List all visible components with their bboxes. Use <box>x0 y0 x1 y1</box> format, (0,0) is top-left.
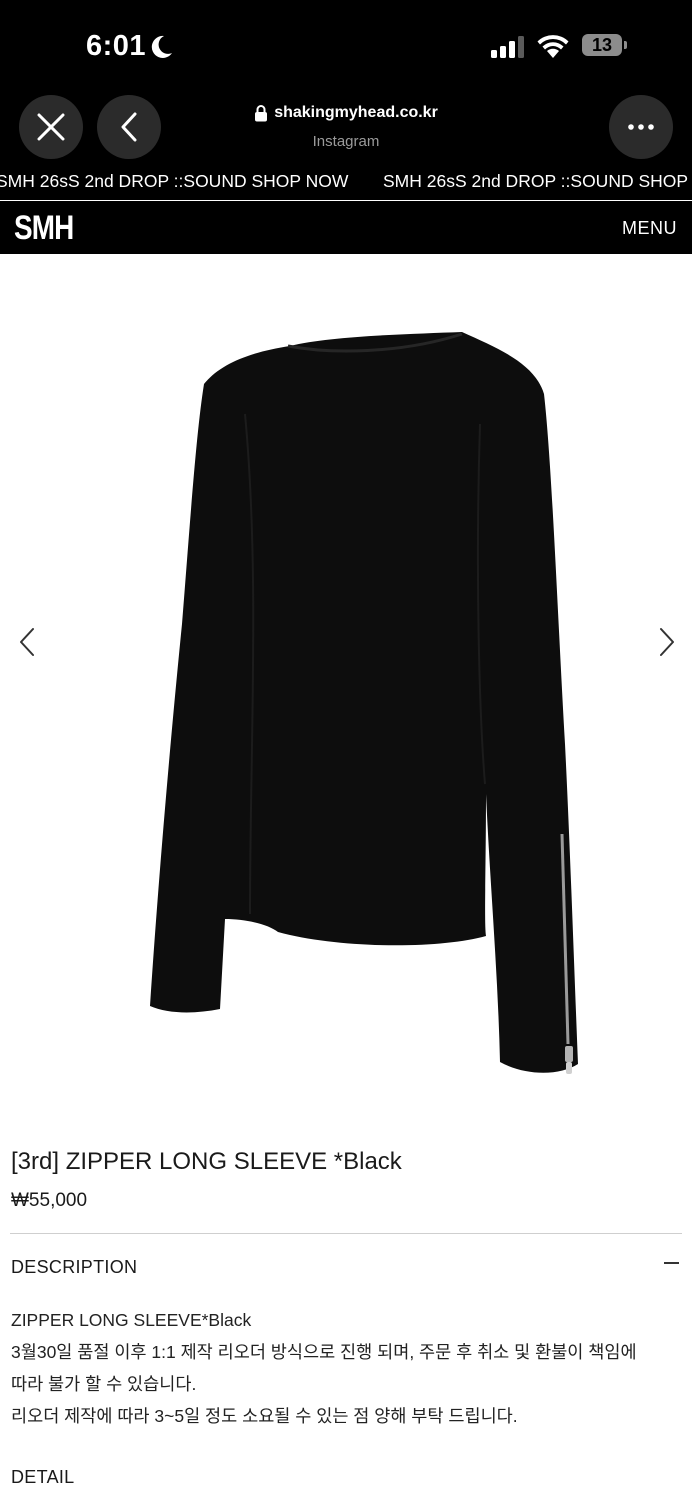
address-bar[interactable]: shakingmyhead.co.kr Instagram <box>200 104 492 150</box>
close-icon <box>37 113 65 141</box>
chevron-right-icon[interactable] <box>654 626 680 658</box>
description-line: 따라 불가 할 수 있습니다. <box>11 1374 197 1394</box>
marquee-text: SMH 26sS 2nd DROP ::SOUND SHOP NOW <box>0 171 349 191</box>
detail-accordion-header[interactable]: DETAIL <box>11 1467 74 1488</box>
more-options-button[interactable] <box>609 95 673 159</box>
url-text: shakingmyhead.co.kr <box>274 104 438 121</box>
description-body: ZIPPER LONG SLEEVE*Black 3월30일 품절 이후 1:1… <box>11 1304 681 1432</box>
description-line: 3월30일 품절 이후 1:1 제작 리오더 방식으로 진행 되며, 주문 후 … <box>11 1342 637 1362</box>
lock-icon <box>255 105 268 122</box>
cellular-signal-icon <box>491 36 524 58</box>
back-button[interactable] <box>97 95 161 159</box>
product-gallery <box>0 254 692 1134</box>
description-accordion-header[interactable]: DESCRIPTION <box>11 1257 137 1278</box>
site-header: SMH MENU <box>0 201 692 254</box>
chevron-left-icon[interactable] <box>14 626 40 658</box>
announcement-marquee[interactable]: SMH 26sS 2nd DROP ::SOUND SHOP NOW SMH 2… <box>0 164 692 200</box>
battery-level: 13 <box>591 35 613 55</box>
collapse-icon[interactable] <box>664 1262 679 1264</box>
description-line: 리오더 제작에 따라 3~5일 정도 소요될 수 있는 점 양해 부탁 드립니다… <box>11 1406 518 1426</box>
menu-button[interactable]: MENU <box>622 218 677 239</box>
chevron-left-icon <box>121 112 137 142</box>
divider <box>10 1233 682 1234</box>
browser-toolbar: shakingmyhead.co.kr Instagram <box>0 92 692 164</box>
battery-indicator: 13 <box>582 34 628 58</box>
status-bar: 6:01 13 <box>0 0 692 92</box>
description-line: ZIPPER LONG SLEEVE*Black <box>11 1310 252 1330</box>
brand-logo[interactable]: SMH <box>14 209 74 248</box>
product-title: [3rd] ZIPPER LONG SLEEVE *Black <box>11 1148 402 1175</box>
source-app-label: Instagram <box>312 133 380 150</box>
marquee-text: SMH 26sS 2nd DROP ::SOUND SHOP NOW <box>383 171 692 191</box>
wifi-icon <box>537 35 569 58</box>
product-price: ₩55,000 <box>11 1190 88 1211</box>
more-icon <box>628 124 654 130</box>
moon-icon <box>151 35 172 58</box>
status-time: 6:01 <box>86 30 147 62</box>
product-image <box>150 332 578 1074</box>
close-button[interactable] <box>19 95 83 159</box>
